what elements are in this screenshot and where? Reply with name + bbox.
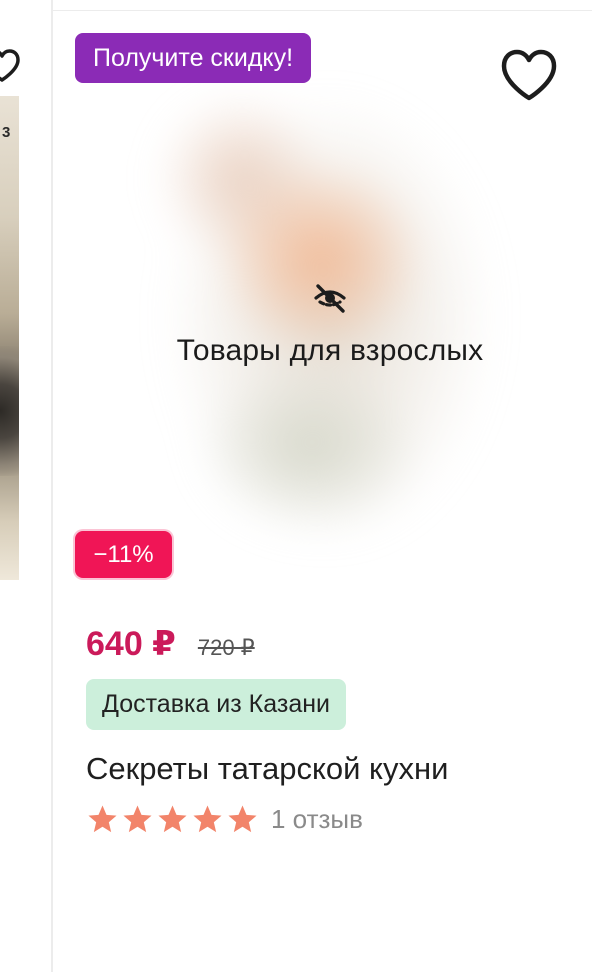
column-divider (51, 0, 53, 972)
star-icon (88, 805, 117, 833)
left-card-cover-art (0, 346, 19, 476)
heart-outline-icon[interactable] (0, 46, 22, 86)
left-card-image[interactable]: 3 (0, 96, 19, 580)
eye-slash-icon (314, 284, 346, 313)
heart-outline-icon[interactable] (496, 46, 562, 106)
product-title[interactable]: Секреты татарской кухни (86, 751, 448, 787)
adult-content-overlay: Товары для взрослых (110, 278, 550, 368)
get-discount-badge[interactable]: Получите скидку! (75, 33, 312, 83)
star-icon (193, 805, 222, 833)
current-price: 640 ₽ (86, 625, 176, 663)
adult-content-label: Товары для взрослых (176, 334, 484, 367)
rating-stars (86, 803, 259, 836)
star-icon (228, 805, 257, 833)
top-divider (52, 10, 592, 11)
star-icon (123, 805, 152, 833)
delivery-badge: Доставка из Казани (86, 679, 347, 730)
old-price: 720 ₽ (197, 635, 255, 660)
product-grid: 3 Товары для взрослых Получите скидку! −… (0, 0, 592, 972)
product-image-blurred[interactable]: Товары для взрослых (110, 58, 550, 603)
star-icon (158, 805, 187, 833)
reviews-link[interactable]: 1 отзыв (271, 804, 363, 835)
price-row: 640 ₽ 720 ₽ (86, 624, 255, 664)
left-card-cover-number: 3 (2, 124, 11, 141)
rating-row: 1 отзыв (86, 803, 363, 836)
discount-badge: −11% (75, 531, 172, 578)
